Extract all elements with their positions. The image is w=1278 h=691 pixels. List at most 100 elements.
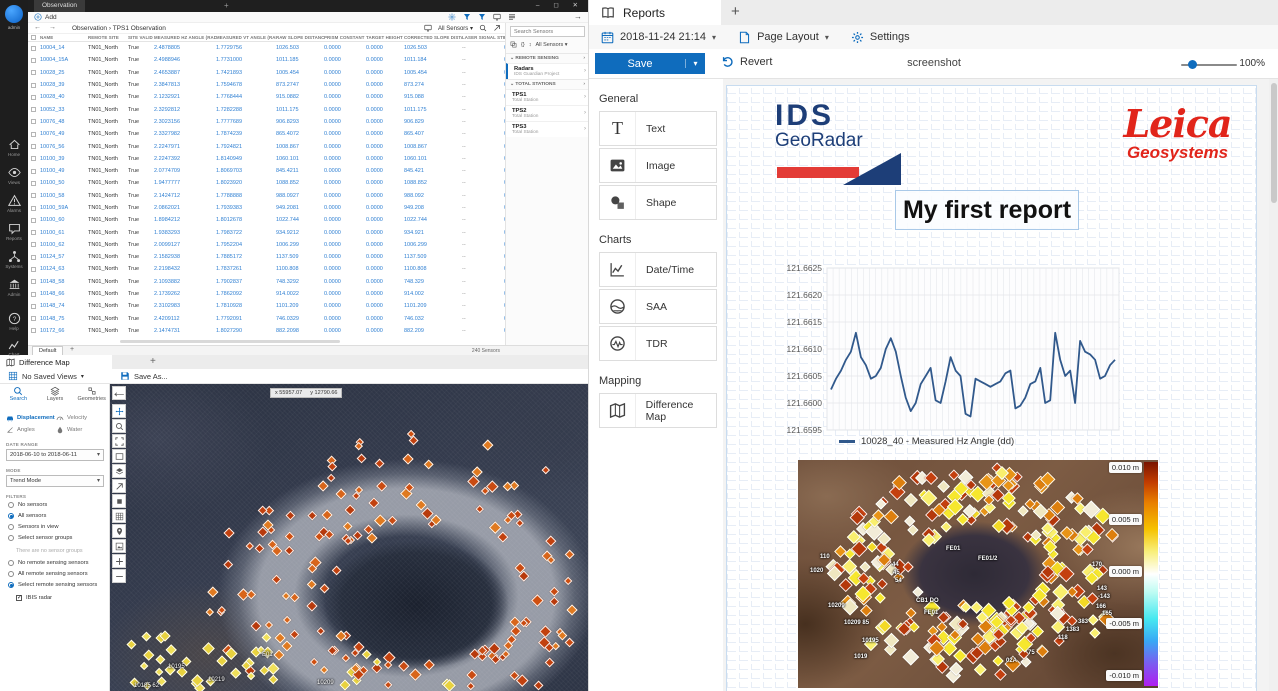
row-checkbox[interactable] (31, 267, 36, 272)
radio-no-remote-sensing-sensors[interactable]: No remote sensing sensors (8, 560, 89, 566)
page-layout-dropdown[interactable]: Page Layout▾ (738, 31, 829, 44)
map-tool-pin-button[interactable] (112, 524, 126, 538)
window-controls[interactable]: – ◻ ✕ (536, 0, 584, 12)
sensor-marker[interactable] (539, 625, 552, 638)
sensor-marker[interactable] (317, 627, 325, 635)
table-row[interactable]: 10100_50TN01_NorthTrue1.94777771.8023920… (28, 177, 505, 189)
table-row[interactable]: 10076_48TN01_NorthTrue2.30231561.7777689… (28, 116, 505, 128)
sensor-marker[interactable] (545, 657, 555, 667)
table-row[interactable]: 10100_59ATN01_NorthTrue2.08620211.793938… (28, 202, 505, 214)
sensor-marker[interactable] (552, 642, 560, 650)
table-row[interactable]: 10124_63TN01_NorthTrue2.21984321.7837261… (28, 263, 505, 275)
row-checkbox[interactable] (31, 107, 36, 112)
sensor-marker[interactable] (467, 682, 475, 690)
table-row[interactable]: 10028_39TN01_NorthTrue2.38478131.7594678… (28, 79, 505, 91)
sensor-marker[interactable] (326, 474, 335, 483)
collapse-panel-button[interactable]: ← (112, 386, 126, 400)
row-checkbox[interactable] (31, 156, 36, 161)
mode-option-velocity[interactable]: Velocity (56, 414, 106, 422)
table-row[interactable]: 10124_57TN01_NorthTrue2.15829381.7885172… (28, 251, 505, 263)
map-canvas[interactable]: 101951021910185 62E0110209 x 55957.07 y … (110, 384, 588, 691)
funnel-icon[interactable] (463, 13, 471, 21)
mode-option-displacement[interactable]: Displacement (6, 414, 56, 422)
sensor-marker[interactable] (483, 440, 494, 451)
sensor-marker[interactable] (331, 566, 341, 576)
sensor-marker[interactable] (383, 661, 392, 670)
row-checkbox[interactable] (31, 58, 36, 63)
palette-item-shape[interactable]: Shape (599, 185, 717, 220)
sensor-marker[interactable] (547, 555, 555, 563)
date-range-select[interactable]: 2018-06-10 to 2018-06-11▾ (6, 449, 104, 461)
palette-item-image[interactable]: Image (599, 148, 717, 183)
row-checkbox[interactable] (31, 181, 36, 186)
mode-option-angles[interactable]: Angles (6, 426, 56, 434)
new-tab-button[interactable]: + (224, 0, 229, 12)
sensor-marker[interactable] (374, 458, 384, 468)
map-tool-pan-button[interactable] (112, 404, 126, 418)
sidebar-item-alarms[interactable]: Alarms (0, 194, 28, 213)
sensor-marker[interactable] (285, 532, 295, 542)
table-row[interactable]: 10052_33TN01_NorthTrue2.32928121.7282288… (28, 103, 505, 115)
all-sensors-dropdown[interactable]: All Sensors ▾ (438, 25, 473, 32)
row-checkbox[interactable] (31, 119, 36, 124)
forward-button[interactable]: → (49, 24, 56, 31)
table-row[interactable]: 10100_39TN01_NorthTrue2.22473921.8140949… (28, 153, 505, 165)
column-header[interactable]: RAW SLOPE DISTANCE (M) (276, 35, 324, 40)
palette-item-text[interactable]: TText (599, 111, 717, 146)
sensor-marker[interactable] (335, 488, 347, 500)
sensor-marker[interactable] (531, 594, 543, 606)
sensor-marker[interactable] (206, 608, 214, 616)
sensor-marker[interactable] (268, 674, 277, 683)
sensor-marker[interactable] (361, 650, 371, 660)
column-header[interactable]: SITE VALID (128, 35, 154, 40)
tree-section-header[interactable]: ⌄ REMOTE SENSING› (506, 53, 589, 63)
table-row[interactable]: 10148_66TN01_NorthTrue2.17392621.7862092… (28, 288, 505, 300)
sensor-marker[interactable] (218, 605, 226, 613)
funnel-icon[interactable] (478, 13, 486, 21)
row-checkbox[interactable] (31, 255, 36, 260)
sensor-marker[interactable] (310, 658, 319, 667)
search-icon[interactable] (479, 24, 487, 32)
sensor-marker[interactable] (466, 669, 477, 680)
avatar[interactable] (5, 5, 23, 23)
row-checkbox[interactable] (31, 83, 36, 88)
tree-section-header[interactable]: ⌄ TOTAL STATIONS› (506, 79, 589, 89)
sidebar-item-reports[interactable]: Reports (0, 222, 28, 241)
sensor-marker[interactable] (207, 586, 218, 597)
sensor-marker[interactable] (247, 589, 256, 598)
braces-icon[interactable]: {} (521, 42, 525, 48)
map-tool-grid2-button[interactable] (112, 509, 126, 523)
sensor-marker[interactable] (267, 662, 279, 674)
report-line-chart[interactable]: 121.6625121.6620121.6615121.6610121.6605… (769, 258, 1129, 458)
sensor-marker[interactable] (306, 601, 317, 612)
sensor-marker[interactable] (368, 497, 379, 508)
ids-georadar-logo[interactable]: IDS GeoRadar (775, 102, 935, 185)
map-new-tab-button[interactable]: + (150, 356, 156, 367)
saved-views-dropdown[interactable]: No Saved Views▾ (8, 371, 84, 381)
table-row[interactable]: 10148_74TN01_NorthTrue2.31029831.7810928… (28, 300, 505, 312)
tree-item-tps1[interactable]: TPS1Total Station› (506, 89, 589, 105)
column-header[interactable]: PRISM CONSTANT (M) (324, 35, 366, 40)
sensor-marker[interactable] (399, 661, 410, 672)
sidebar-item-help[interactable]: ?Help (0, 312, 28, 331)
monitor-icon[interactable] (493, 13, 501, 21)
monitor-icon[interactable] (424, 24, 432, 32)
zoom-slider-handle[interactable] (1188, 60, 1197, 69)
map-tool-full-button[interactable] (112, 449, 126, 463)
sensor-marker[interactable] (165, 644, 177, 656)
sensor-marker[interactable] (255, 543, 265, 553)
sensor-marker[interactable] (290, 592, 300, 602)
row-checkbox[interactable] (31, 279, 36, 284)
sensor-marker[interactable] (284, 546, 293, 555)
sensor-marker[interactable] (549, 586, 558, 595)
back-button[interactable]: ← (34, 24, 41, 31)
table-row[interactable]: 10100_60TN01_NorthTrue1.89842121.8012678… (28, 214, 505, 226)
sensor-marker[interactable] (155, 668, 164, 677)
row-checkbox[interactable] (31, 316, 36, 321)
table-row[interactable]: 10076_56TN01_NorthTrue2.22479711.7924821… (28, 140, 505, 152)
map-tool-search-button[interactable] (112, 419, 126, 433)
export-icon[interactable] (493, 24, 501, 32)
sensor-marker[interactable] (565, 637, 575, 647)
sensor-marker[interactable] (320, 584, 330, 594)
sensor-marker[interactable] (223, 560, 232, 569)
